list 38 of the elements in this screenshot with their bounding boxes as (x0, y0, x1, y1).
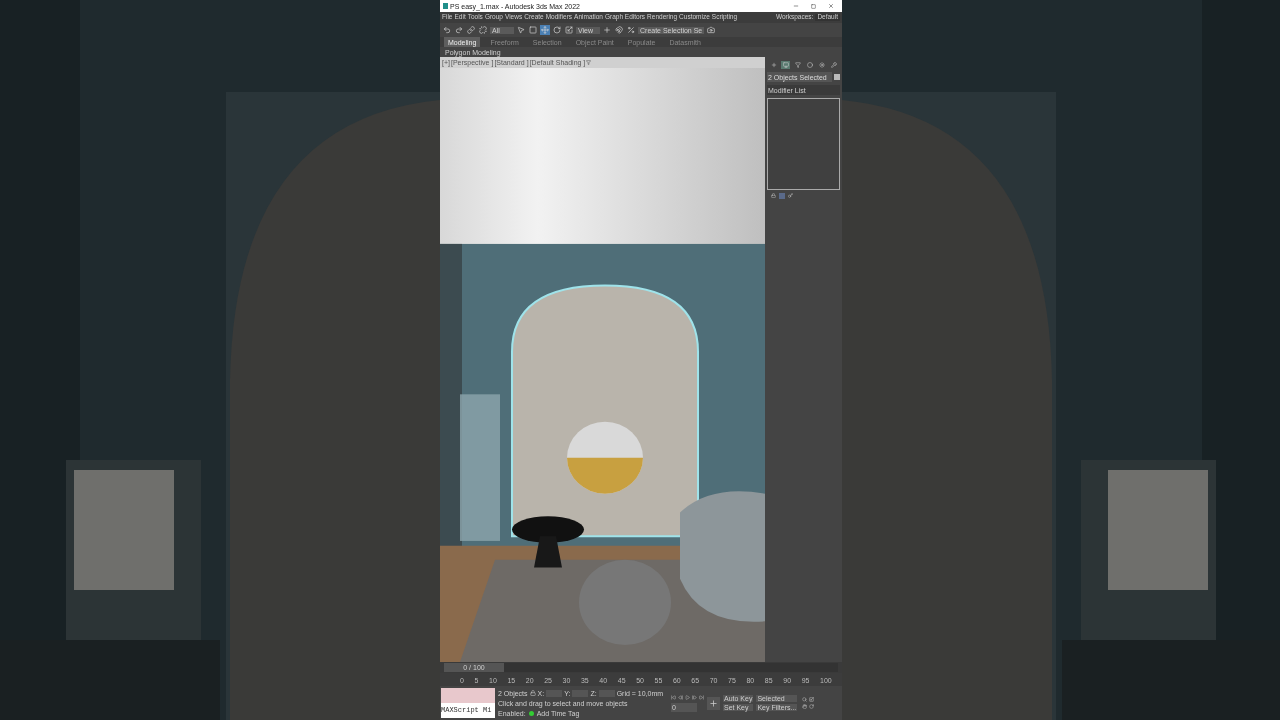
command-tab[interactable] (793, 61, 802, 69)
command-tab[interactable] (817, 61, 826, 69)
play-icon[interactable] (685, 694, 690, 700)
set-key-button[interactable] (707, 696, 720, 710)
previous-frame-icon[interactable] (678, 694, 683, 700)
zoom-icon[interactable] (802, 697, 808, 702)
redo-icon[interactable] (454, 25, 464, 35)
go-to-start-icon[interactable] (671, 694, 676, 700)
minimize-icon[interactable] (793, 3, 799, 9)
close-icon[interactable] (828, 3, 834, 9)
percent-snap-icon[interactable] (626, 25, 636, 35)
maximize-icon[interactable] (811, 3, 816, 9)
next-frame-icon[interactable] (692, 694, 697, 700)
scale-icon[interactable] (564, 25, 574, 35)
plus-icon (709, 698, 718, 708)
undo-icon[interactable] (442, 25, 452, 35)
key-icon[interactable] (788, 193, 793, 198)
go-to-end-icon[interactable] (699, 694, 704, 700)
zoom-extents-icon[interactable] (809, 697, 815, 702)
command-tab[interactable] (805, 61, 814, 69)
move-icon[interactable] (540, 25, 550, 35)
command-tab[interactable] (769, 61, 778, 69)
rotate-icon[interactable] (552, 25, 562, 35)
unlink-icon[interactable] (478, 25, 488, 35)
color-swatch[interactable] (834, 74, 840, 80)
select-icon[interactable] (516, 25, 526, 35)
command-tab[interactable] (829, 61, 838, 69)
orbit-icon[interactable] (809, 704, 815, 709)
link-icon[interactable] (466, 25, 476, 35)
render-icon[interactable] (706, 25, 717, 35)
filter-icon[interactable] (586, 60, 592, 65)
enabled-indicator[interactable] (528, 710, 534, 716)
lock-icon[interactable] (529, 690, 536, 696)
snap-icon[interactable] (614, 25, 624, 35)
app-icon (443, 3, 448, 9)
region-icon[interactable] (528, 25, 538, 35)
pan-icon[interactable] (802, 704, 808, 709)
command-tab[interactable] (781, 61, 790, 69)
